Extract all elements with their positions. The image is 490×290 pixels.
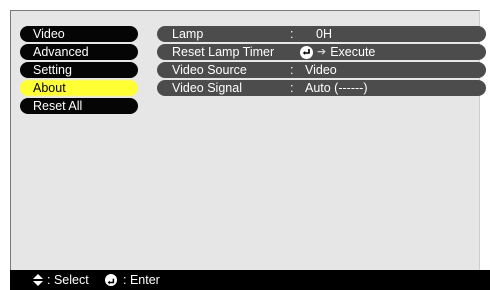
lamp-hours-value: 0H [316, 27, 332, 41]
up-down-icon [33, 274, 43, 286]
lamp-separator: : [290, 27, 294, 41]
video-source-row: Video Source : Video [157, 62, 486, 78]
menu-item-label: Video [33, 27, 65, 41]
menu-item-label: Reset All [33, 99, 83, 113]
menu-item-about[interactable]: About [20, 80, 138, 96]
menu-item-reset-all[interactable]: Reset All [20, 98, 138, 114]
lamp-label: Lamp [172, 27, 204, 41]
video-signal-separator: : [290, 81, 294, 95]
reset-lamp-timer-row[interactable]: Reset Lamp Timer ➔ Execute [157, 44, 486, 60]
menu-item-label: Advanced [33, 45, 89, 59]
execute-button[interactable]: ➔ Execute [300, 44, 375, 60]
select-hint: : Select [47, 270, 89, 290]
video-source-value: Video [305, 63, 337, 77]
enter-label: Enter [129, 273, 160, 287]
video-signal-value: Auto (------) [305, 81, 368, 95]
select-separator: : [47, 273, 51, 287]
video-source-separator: : [290, 63, 294, 77]
execute-label: Execute [330, 45, 376, 59]
menu-item-video[interactable]: Video [20, 26, 138, 42]
enter-hint: : Enter [123, 270, 160, 290]
enter-separator: : [123, 273, 127, 287]
menu-item-setting[interactable]: Setting [20, 62, 138, 78]
status-bar: : Select : Enter [10, 270, 490, 290]
enter-icon [105, 274, 117, 286]
video-signal-label: Video Signal [172, 81, 242, 95]
lamp-row: Lamp : 0H [157, 26, 486, 42]
arrow-right-icon: ➔ [317, 46, 327, 58]
video-signal-row: Video Signal : Auto (------) [157, 80, 486, 96]
video-source-label: Video Source [172, 63, 247, 77]
menu-sidebar: Video Advanced Setting About Reset All [20, 26, 138, 116]
reset-lamp-timer-label: Reset Lamp Timer [172, 45, 275, 59]
menu-item-label: Setting [33, 63, 72, 77]
enter-icon [300, 45, 313, 59]
menu-item-advanced[interactable]: Advanced [20, 44, 138, 60]
select-label: Select [53, 273, 89, 287]
about-detail-list: Lamp : 0H Reset Lamp Timer ➔ Execute Vid… [157, 26, 486, 98]
menu-item-label: About [33, 81, 66, 95]
